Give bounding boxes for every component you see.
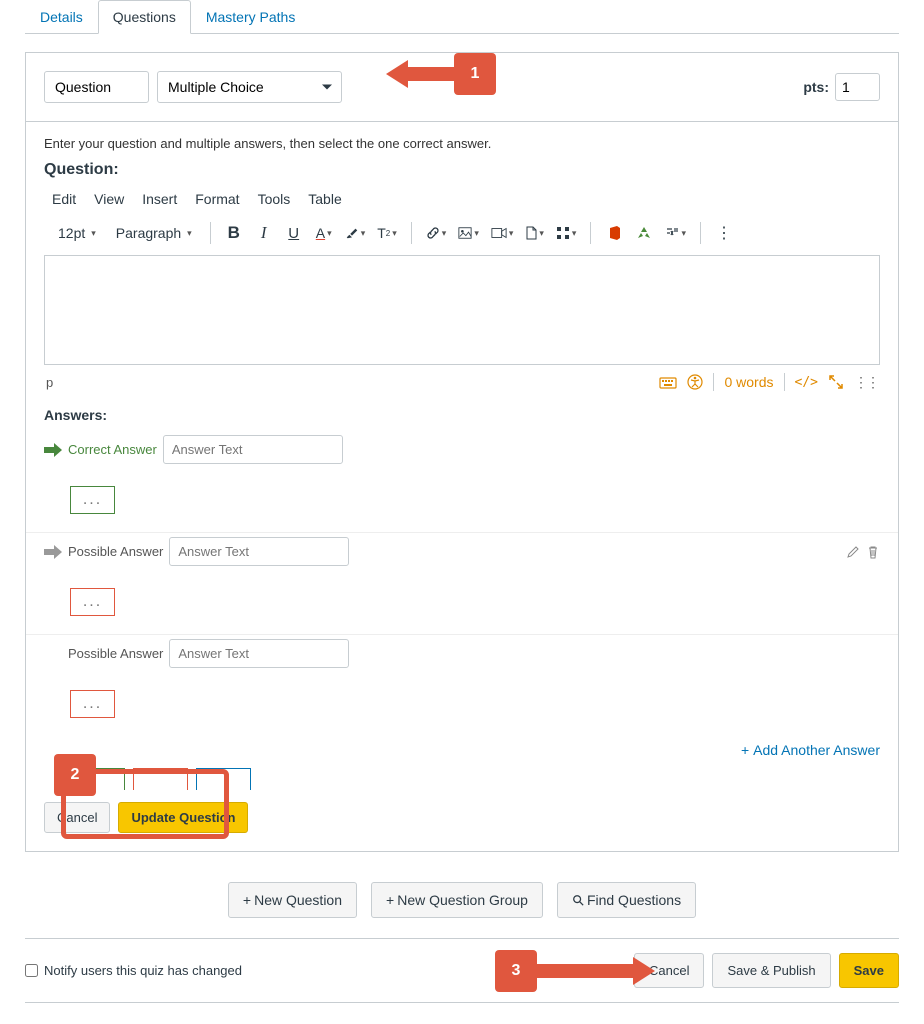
answer-row-possible-1: Possible Answer [44, 533, 880, 570]
menu-insert[interactable]: Insert [142, 191, 177, 207]
image-button[interactable]: ▾ [454, 219, 483, 247]
status-separator [784, 373, 785, 391]
correct-arrow-icon [44, 443, 62, 457]
text-color-button[interactable]: A▾ [311, 219, 337, 247]
menu-table[interactable]: Table [308, 191, 341, 207]
editor-toolbar: 12pt▾ Paragraph▾ B I U A▾ ▾ T2▾ ▾ ▾ [44, 215, 880, 252]
element-path[interactable]: p [46, 375, 53, 390]
document-button[interactable]: ▾ [521, 219, 548, 247]
answer-comment-toggle-1[interactable]: ... [70, 486, 115, 514]
new-question-button[interactable]: +New Question [228, 882, 357, 918]
question-editor-box: Multiple Choice 1 pts: Enter your questi… [25, 52, 899, 852]
word-count[interactable]: 0 words [724, 374, 773, 390]
edit-answer-icon[interactable] [846, 545, 860, 559]
bold-button[interactable]: B [221, 219, 247, 247]
answer-comment-toggle-2[interactable]: ... [70, 588, 115, 616]
points-label: pts: [803, 79, 829, 95]
superscript-button[interactable]: T2▾ [373, 219, 401, 247]
toolbar-separator [210, 222, 211, 244]
italic-button[interactable]: I [251, 219, 277, 247]
html-view-icon[interactable]: </> [795, 375, 818, 390]
correct-answer-label: Correct Answer [68, 442, 157, 457]
link-button[interactable]: ▾ [422, 219, 451, 247]
answer-text-input-3[interactable] [169, 639, 349, 668]
save-publish-button[interactable]: Save & Publish [712, 953, 830, 988]
keyboard-icon[interactable] [659, 375, 677, 389]
quiz-question-actions: +New Question +New Question Group Find Q… [25, 882, 899, 918]
save-button[interactable]: Save [839, 953, 899, 988]
question-name-input[interactable] [44, 71, 149, 103]
toolbar-separator [411, 222, 412, 244]
menu-edit[interactable]: Edit [52, 191, 76, 207]
callout-badge-1: 1 [454, 53, 496, 95]
answer-comment-toggle-3[interactable]: ... [70, 690, 115, 718]
fullscreen-icon[interactable] [828, 374, 844, 390]
quiz-save-bar: Notify users this quiz has changed 3 Can… [25, 938, 899, 1003]
tab-questions[interactable]: Questions [98, 0, 191, 34]
resize-grip-icon[interactable]: ⋮⋮ [854, 374, 878, 391]
recycle-plugin-button[interactable] [631, 219, 657, 247]
points-input[interactable] [835, 73, 880, 101]
cancel-question-button[interactable]: Cancel [44, 802, 110, 833]
feedback-incorrect-tab[interactable] [133, 768, 188, 790]
editor-statusbar: p 0 words </> ⋮⋮ [44, 365, 880, 403]
answers-heading: Answers: [44, 407, 880, 423]
paragraph-style-dropdown[interactable]: Paragraph▾ [108, 219, 200, 247]
question-type-select[interactable]: Multiple Choice [157, 71, 342, 103]
instruction-text: Enter your question and multiple answers… [44, 136, 880, 151]
answer-text-input-2[interactable] [169, 537, 349, 566]
media-button[interactable]: ▾ [487, 219, 518, 247]
tab-mastery-paths[interactable]: Mastery Paths [191, 0, 310, 34]
font-size-dropdown[interactable]: 12pt▾ [50, 219, 104, 247]
menu-view[interactable]: View [94, 191, 124, 207]
underline-button[interactable]: U [281, 219, 307, 247]
feedback-tabs [70, 768, 880, 790]
office-plugin-button[interactable] [601, 219, 627, 247]
question-footer: 2 Cancel Update Question [44, 796, 880, 851]
answer-row-possible-2: Possible Answer [44, 635, 880, 672]
menu-tools[interactable]: Tools [258, 191, 291, 207]
notify-users-label[interactable]: Notify users this quiz has changed [25, 963, 242, 978]
update-question-button[interactable]: Update Question [118, 802, 248, 833]
answer-row-correct: Correct Answer [44, 431, 880, 468]
tab-details[interactable]: Details [25, 0, 98, 34]
question-header: Multiple Choice 1 pts: [26, 53, 898, 122]
toolbar-separator [590, 222, 591, 244]
add-another-answer-link[interactable]: +Add Another Answer [741, 742, 880, 758]
callout-arrow-1 [386, 63, 456, 85]
possible-answer-label: Possible Answer [68, 544, 163, 559]
callout-badge-3: 3 [495, 950, 537, 992]
rich-text-editor[interactable] [44, 255, 880, 365]
answer-text-input-1[interactable] [163, 435, 343, 464]
new-question-group-button[interactable]: +New Question Group [371, 882, 543, 918]
notify-users-checkbox[interactable] [25, 964, 38, 977]
find-questions-button[interactable]: Find Questions [557, 882, 696, 918]
apps-button[interactable]: ▾ [552, 219, 581, 247]
tabs-bar: Details Questions Mastery Paths [25, 0, 899, 34]
equation-button[interactable]: ▾ [661, 219, 690, 247]
toolbar-separator [700, 222, 701, 244]
delete-answer-icon[interactable] [866, 545, 880, 559]
editor-menubar: Edit View Insert Format Tools Table [44, 189, 880, 215]
possible-answer-label: Possible Answer [68, 646, 163, 661]
question-heading: Question: [44, 161, 880, 179]
feedback-general-tab[interactable] [196, 768, 251, 790]
possible-arrow-icon[interactable] [44, 545, 62, 559]
menu-format[interactable]: Format [195, 191, 239, 207]
status-separator [713, 373, 714, 391]
callout-arrow-3 [535, 959, 655, 983]
accessibility-icon[interactable] [687, 374, 703, 390]
more-toolbar-button[interactable]: ⋮ [711, 219, 737, 247]
callout-badge-2: 2 [54, 754, 96, 796]
highlight-color-button[interactable]: ▾ [341, 219, 370, 247]
